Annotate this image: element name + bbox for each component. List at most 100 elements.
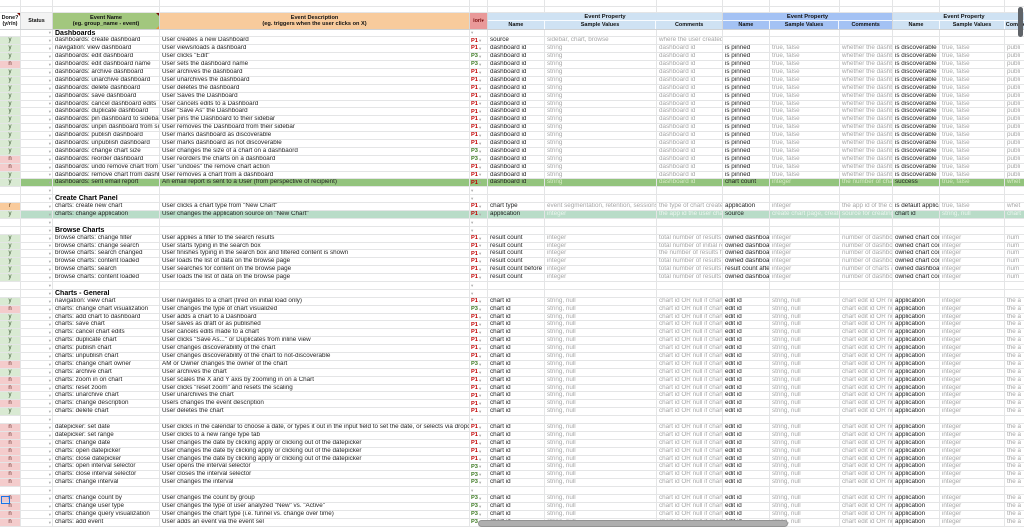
dropdown-icon[interactable]: ▾ <box>479 62 481 67</box>
cell-prop-comments[interactable]: publi <box>1005 45 1024 52</box>
empty-cell[interactable] <box>940 0 1005 6</box>
cell-prop-comments[interactable]: the a <box>1005 479 1024 486</box>
cell-priority[interactable]: P1▾ <box>470 329 488 336</box>
cell-prop-comments[interactable]: the app id the user change <box>657 211 723 218</box>
cell-prop-sample-values[interactable]: string, null <box>545 337 657 344</box>
cell-priority[interactable]: P3▾ <box>470 471 488 478</box>
cell-prop-comments[interactable]: dashboard id <box>657 101 723 108</box>
cell-prop-sample-values[interactable]: integer <box>940 495 1005 502</box>
empty-cell[interactable] <box>545 0 657 6</box>
cell-event-name[interactable]: browse charts: content loaded <box>53 258 160 265</box>
cell-status[interactable]: ▾ <box>21 400 53 407</box>
dropdown-icon[interactable]: ▾ <box>49 401 51 406</box>
cell-event-description[interactable]: User pins the Dashboard to their sidebar <box>160 116 470 123</box>
cell-prop-sample-values[interactable]: string <box>545 179 657 186</box>
cell-event-description[interactable] <box>160 290 470 297</box>
cell-prop-sample-values[interactable] <box>545 290 657 297</box>
cell-prop-comments[interactable]: dashboard id <box>657 85 723 92</box>
cell-done[interactable]: n <box>0 306 21 313</box>
cell-prop-sample-values[interactable] <box>770 37 840 44</box>
cell-prop-sample-values[interactable]: true, false <box>940 203 1005 210</box>
cell-event-name[interactable]: charts: add event <box>53 519 160 526</box>
cell-prop-comments[interactable] <box>1005 290 1024 297</box>
cell-prop-comments[interactable]: chart edit id OR null i <box>840 400 893 407</box>
cell-prop-comments[interactable]: number of dashboar <box>840 258 893 265</box>
cell-prop-name[interactable]: chart id <box>488 479 545 486</box>
cell-prop-comments[interactable]: whether the dashboa <box>840 53 893 60</box>
cell-prop-name[interactable]: is discoverable <box>893 53 940 60</box>
dropdown-icon[interactable]: ▾ <box>49 196 51 201</box>
cell-prop-comments[interactable]: chart edit id OR null i <box>840 377 893 384</box>
cell-prop-sample-values[interactable]: integer <box>940 250 1005 257</box>
cell-event-name[interactable]: dashboards: remove chart from dashboard <box>53 172 160 179</box>
cell-prop-sample-values[interactable] <box>940 187 1005 194</box>
cell-prop-comments[interactable]: publi <box>1005 69 1024 76</box>
cell-priority[interactable]: P1▾ <box>470 266 488 273</box>
empty-cell[interactable] <box>53 7 160 13</box>
cell-prop-sample-values[interactable]: true, false <box>940 45 1005 52</box>
cell-prop-sample-values[interactable]: string, null <box>545 463 657 470</box>
cell-prop-sample-values[interactable] <box>545 219 657 226</box>
cell-status[interactable]: ▾ <box>21 392 53 399</box>
cell-prop-sample-values[interactable]: string <box>545 108 657 115</box>
cell-prop-sample-values[interactable]: true, false <box>940 156 1005 163</box>
dropdown-icon[interactable]: ▾ <box>49 204 51 209</box>
cell-status[interactable]: ▾ <box>21 274 53 281</box>
cell-prop-name[interactable]: chart id <box>488 471 545 478</box>
cell-event-description[interactable]: User changes the type of user analyzed "… <box>160 503 470 510</box>
cell-prop-sample-values[interactable]: string <box>545 93 657 100</box>
cell-event-description[interactable]: User adds a chart to a Dashboard <box>160 314 470 321</box>
cell-prop-name[interactable]: is discoverable <box>893 124 940 131</box>
cell-prop-comments[interactable]: num <box>1005 243 1024 250</box>
cell-prop-name[interactable]: dashboard id <box>488 77 545 84</box>
cell-prop-comments[interactable]: the a <box>1005 392 1024 399</box>
cell-prop-sample-values[interactable] <box>940 487 1005 494</box>
dropdown-icon[interactable]: ▾ <box>479 480 481 485</box>
cell-prop-name[interactable]: application <box>893 471 940 478</box>
cell-prop-name[interactable]: edit id <box>723 329 770 336</box>
cell-prop-name[interactable]: owned chart count <box>893 250 940 257</box>
cell-event-name[interactable]: charts: add chart to dashboard <box>53 314 160 321</box>
cell-event-description[interactable]: User changes the count by group <box>160 495 470 502</box>
dropdown-icon[interactable]: ▾ <box>471 291 473 296</box>
cell-prop-sample-values[interactable]: string <box>545 164 657 171</box>
cell-event-description[interactable]: User loads the list of data on the brows… <box>160 274 470 281</box>
cell-priority[interactable]: P1▾ <box>470 385 488 392</box>
dropdown-icon[interactable]: ▾ <box>49 425 51 430</box>
cell-prop-name[interactable]: is pinned <box>723 148 770 155</box>
cell-prop-comments[interactable]: dashboard id <box>657 164 723 171</box>
cell-prop-comments[interactable]: whether the dashboa <box>840 61 893 68</box>
cell-event-description[interactable] <box>160 187 470 194</box>
cell-prop-comments[interactable] <box>1005 416 1024 423</box>
cell-prop-name[interactable]: chart id <box>488 495 545 502</box>
dropdown-icon[interactable]: ▾ <box>49 512 51 517</box>
cell-priority[interactable]: P1▾ <box>470 179 488 186</box>
cell-prop-sample-values[interactable]: true, false <box>940 140 1005 147</box>
dropdown-icon[interactable]: ▾ <box>49 267 51 272</box>
cell-prop-name[interactable]: dashboard id <box>488 156 545 163</box>
group-3-samples-header[interactable]: Sample Values <box>940 21 1005 29</box>
group-3-name-header[interactable]: Name <box>893 21 940 29</box>
cell-prop-comments[interactable]: dashboard id <box>657 148 723 155</box>
cell-event-description[interactable]: User opens the interval selector <box>160 463 470 470</box>
cell-prop-sample-values[interactable]: string, null <box>545 377 657 384</box>
cell-prop-name[interactable]: edit id <box>723 345 770 352</box>
cell-prop-sample-values[interactable]: integer <box>940 503 1005 510</box>
cell-event-name[interactable]: charts: unarchive chart <box>53 392 160 399</box>
group-2-comments-header[interactable]: Comments <box>839 21 892 29</box>
cell-prop-sample-values[interactable]: true, false <box>940 132 1005 139</box>
cell-prop-name[interactable]: application <box>893 361 940 368</box>
cell-prop-comments[interactable]: the a <box>1005 511 1024 518</box>
cell-prop-name[interactable]: edit id <box>723 424 770 431</box>
cell-prop-sample-values[interactable]: true, false <box>940 172 1005 179</box>
cell-prop-comments[interactable]: whether the dashboa <box>840 116 893 123</box>
cell-prop-name[interactable]: application <box>893 424 940 431</box>
cell-prop-comments[interactable] <box>1005 187 1024 194</box>
cell-prop-comments[interactable]: dashboard id <box>657 172 723 179</box>
dropdown-icon[interactable]: ▾ <box>479 464 481 469</box>
cell-event-description[interactable]: User removes a chart from a dashboard <box>160 172 470 179</box>
cell-event-name[interactable] <box>53 187 160 194</box>
cell-prop-sample-values[interactable]: string, null <box>545 361 657 368</box>
cell-prop-comments[interactable]: chart edit id OR null i <box>840 337 893 344</box>
cell-prop-name[interactable]: application <box>893 369 940 376</box>
